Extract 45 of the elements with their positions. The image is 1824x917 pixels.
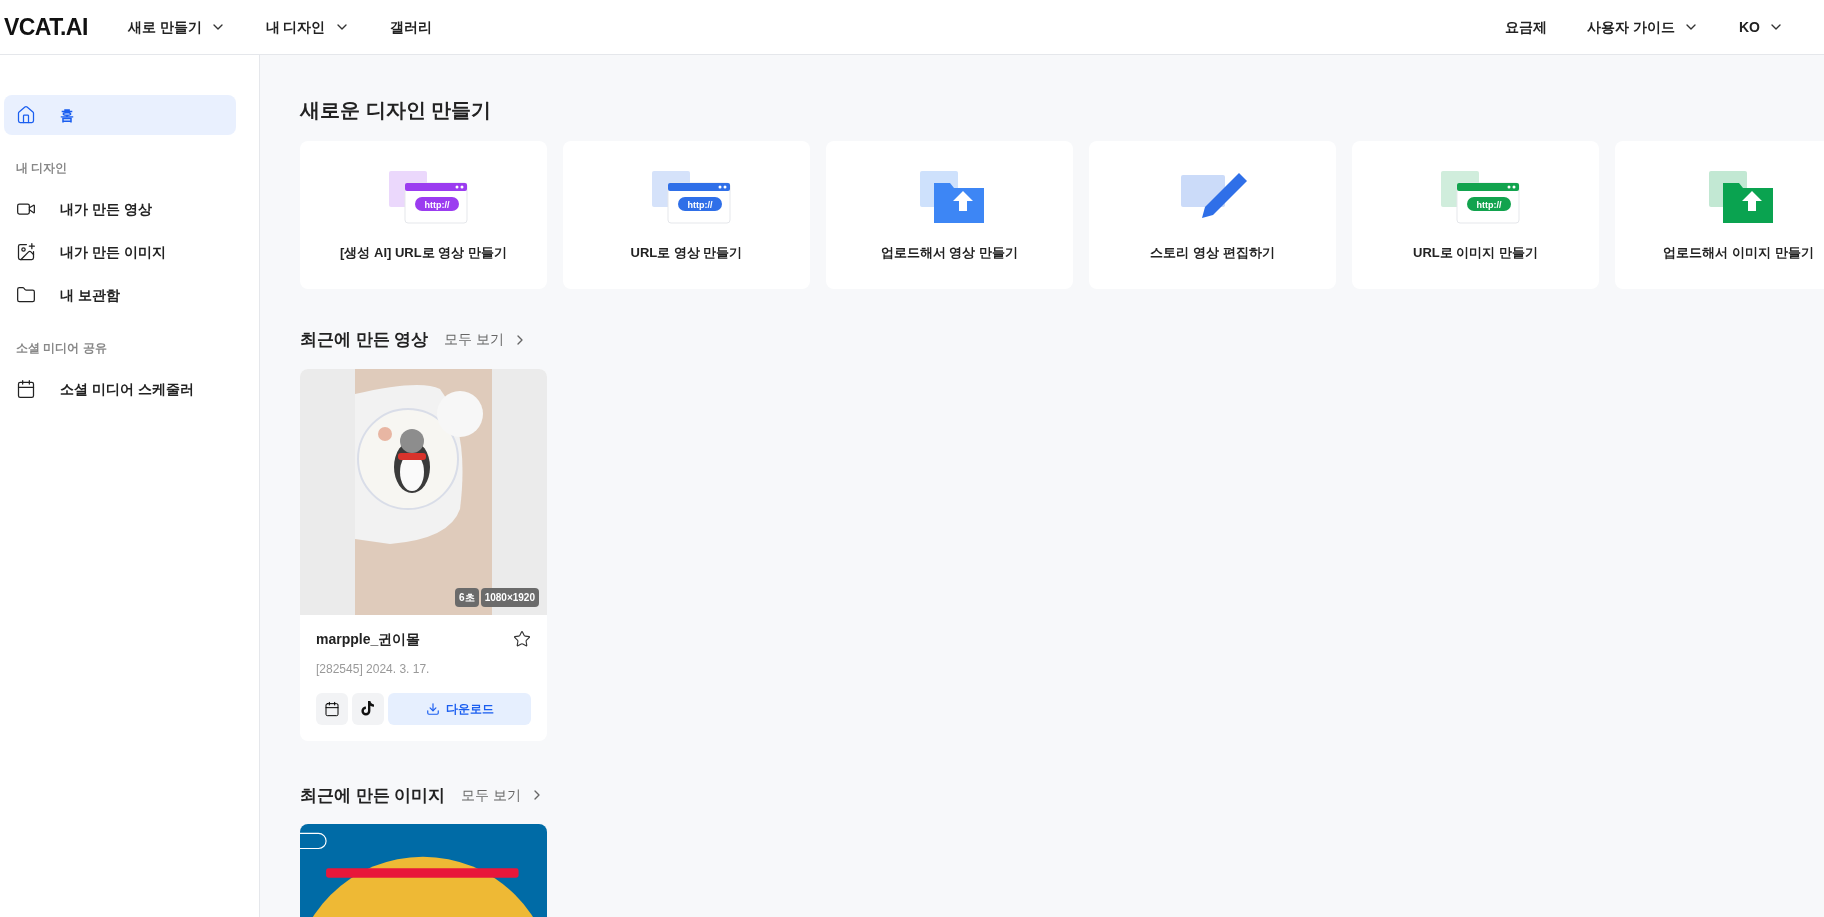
- star-icon[interactable]: [513, 630, 531, 648]
- section-title: 최근에 만든 영상: [300, 329, 429, 351]
- create-card[interactable]: http:// URL로 이미지 만들기: [1352, 141, 1599, 289]
- calendar-icon: [16, 379, 36, 399]
- sidebar-item[interactable]: 내가 만든 영상: [4, 189, 236, 229]
- page-title: 새로운 디자인 만들기: [300, 98, 493, 123]
- see-all-link[interactable]: 모두 보기: [461, 784, 546, 806]
- sidebar-item[interactable]: 내가 만든 이미지: [4, 232, 236, 272]
- sidebar-heading: 내 디자인: [15, 160, 69, 177]
- card-label: 스토리 영상 편집하기: [1150, 244, 1275, 262]
- tiktok-button[interactable]: [352, 692, 384, 725]
- music-note-icon: [361, 701, 375, 716]
- sidebar-item[interactable]: 홈: [4, 95, 236, 135]
- nav-link[interactable]: 새로 만들기: [127, 16, 226, 38]
- nav-link[interactable]: 갤러리: [389, 16, 432, 38]
- calendar-icon: [324, 700, 340, 717]
- nav-link[interactable]: 요금제: [1505, 16, 1548, 38]
- card-label: URL로 이미지 만들기: [1413, 244, 1538, 262]
- card-label: 업로드해서 이미지 만들기: [1663, 244, 1814, 262]
- create-card[interactable]: 업로드해서 이미지 만들기: [1615, 141, 1824, 289]
- folder-icon: [16, 285, 36, 305]
- download-button[interactable]: 다운로드: [388, 692, 531, 725]
- create-card[interactable]: http:// [생성 AI] URL로 영상 만들기: [300, 141, 547, 289]
- schedule-button[interactable]: [316, 692, 348, 725]
- nav-link[interactable]: 사용자 가이드: [1587, 16, 1699, 38]
- create-card[interactable]: 스토리 영상 편집하기: [1089, 141, 1336, 289]
- nav-link[interactable]: 내 디자인: [265, 16, 350, 38]
- create-card[interactable]: 업로드해서 영상 만들기: [826, 141, 1073, 289]
- section-title: 최근에 만든 이미지: [300, 784, 446, 807]
- video-card[interactable]: 6초 1080×1920 marpple_귄이몰 [282545] 2024. 3. 17. 다운로드: [300, 368, 547, 741]
- logo[interactable]: VCAT.AI: [4, 9, 88, 45]
- video-name: marpple_귄이몰: [316, 629, 421, 649]
- card-label: 업로드해서 영상 만들기: [880, 244, 1019, 262]
- image-icon: [16, 242, 36, 262]
- card-label: URL로 영상 만들기: [630, 244, 743, 262]
- download-icon: [425, 701, 440, 716]
- create-card[interactable]: http:// URL로 영상 만들기: [563, 141, 810, 289]
- video-meta: [282545] 2024. 3. 17.: [316, 660, 431, 678]
- sidebar-heading: 소셜 미디어 공유: [15, 340, 108, 357]
- card-label: [생성 AI] URL로 영상 만들기: [340, 244, 507, 262]
- sidebar-item[interactable]: 소셜 미디어 스케줄러: [4, 369, 236, 409]
- sidebar-item[interactable]: 내 보관함: [4, 275, 236, 315]
- see-all-link[interactable]: 모두 보기: [444, 329, 529, 351]
- home-icon: [16, 105, 36, 125]
- nav-link[interactable]: KO: [1739, 16, 1784, 38]
